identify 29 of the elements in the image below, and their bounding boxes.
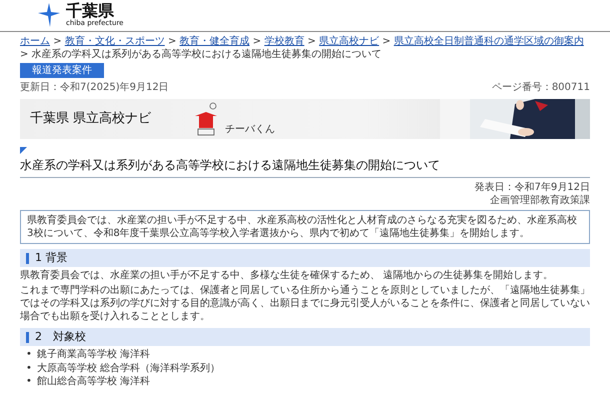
- bullet: •: [26, 375, 32, 389]
- breadcrumb: ホーム > 教育・文化・スポーツ > 教育・健全育成 > 学校教育 > 県立高校ナビ > 県立高校全日制普通科の通学区域の御案内 > 水産系の学科又は系列がある高等学校における遠隔地生徒募集の開始について: [20, 35, 585, 62]
- banner-title: 千葉県 県立高校ナビ: [29, 110, 152, 128]
- press-release-button[interactable]: 報道発表案件: [20, 63, 104, 78]
- heading-marker-icon: [20, 147, 27, 154]
- published-date: 発表日：令和7年9月12日: [474, 180, 590, 194]
- school-item: 大原高等学校 総合学科（海洋科学系列）: [36, 362, 220, 376]
- school-item: 館山総合高等学校 海洋科: [36, 375, 150, 389]
- paragraph: 県教育委員会では、水産業の担い手が不足する中、多様な生徒を確保するため、 遠隔地からの生徒募集を開始します。: [20, 269, 554, 282]
- bullet: •: [26, 348, 32, 362]
- paragraph: これまで専門学科の出願にあたっては、保護者と同居している住所から通うことを原則としていましたが、「遠隔地生徒募集」ではその学科又は系列の学びに対する目的意識が高く、出願日までに身元引受人がいることを条件に、保護者と同居していない場合でも出願を受け入れることとします。: [20, 284, 590, 324]
- logo-icon: [38, 2, 60, 27]
- summary-box: 県教育委員会では、水産業の担い手が不足する中、水産系高校の活性化と人材育成のさらなる充実を図るため、水産系高校3校について、令和8年度千葉県公立高等学校入学者選抜から、県内で初めて「遠隔地生徒募集」を開始します。: [20, 210, 590, 244]
- department: 企画管理部教育政策課: [489, 194, 590, 207]
- breadcrumb-link[interactable]: ホーム: [20, 36, 50, 48]
- page-number: ページ番号：800711: [492, 81, 590, 94]
- breadcrumb-link[interactable]: 学校教育: [264, 36, 304, 48]
- breadcrumb-link[interactable]: 教育・健全育成: [180, 36, 250, 48]
- bullet: •: [26, 362, 32, 376]
- updated-date: 更新日：令和7(2025)年9月12日: [20, 81, 169, 94]
- logo-title: 千葉県: [66, 2, 114, 20]
- breadcrumb-link[interactable]: 教育・文化・スポーツ: [64, 36, 165, 48]
- section-heading: 2 対象校: [20, 328, 590, 346]
- school-item: 銚子商業高等学校 海洋科: [36, 348, 150, 362]
- breadcrumb-link[interactable]: 県立高校ナビ: [319, 36, 380, 48]
- mascot-label: チーバくん: [225, 123, 276, 136]
- breadcrumb-link[interactable]: 県立高校全日制普通科の通学区域の御案内: [394, 36, 584, 48]
- section-heading: 1 背景: [20, 248, 590, 268]
- article-title: 水産系の学科又は系列がある高等学校における遠隔地生徒募集の開始について: [20, 158, 441, 174]
